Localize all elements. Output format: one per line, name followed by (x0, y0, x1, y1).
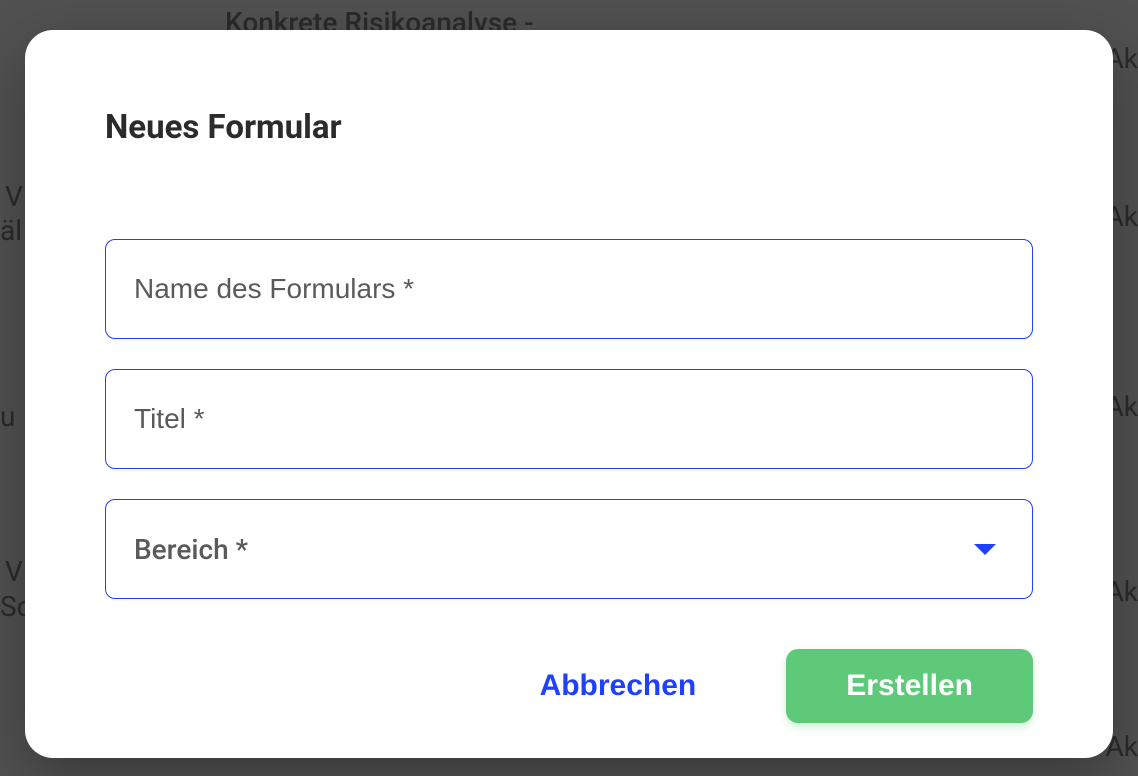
bg-left-text: u (0, 400, 15, 433)
modal-actions: Abbrechen Erstellen (105, 599, 1033, 723)
form-name-input[interactable] (105, 239, 1033, 339)
create-button[interactable]: Erstellen (786, 649, 1033, 723)
area-select[interactable]: Bereich * (105, 499, 1033, 599)
form-fields-container: Bereich * (105, 239, 1033, 599)
new-form-modal: Neues Formular Bereich * Abbrechen Erste… (25, 30, 1113, 758)
bg-left-text: V (5, 555, 23, 588)
bg-left-text: V (5, 180, 23, 213)
bg-left-text: äl (0, 214, 22, 247)
form-title-input[interactable] (105, 369, 1033, 469)
area-select-label: Bereich * (134, 533, 248, 566)
chevron-down-icon (974, 544, 996, 555)
cancel-button[interactable]: Abbrechen (520, 659, 717, 713)
modal-title: Neues Formular (105, 108, 1033, 147)
